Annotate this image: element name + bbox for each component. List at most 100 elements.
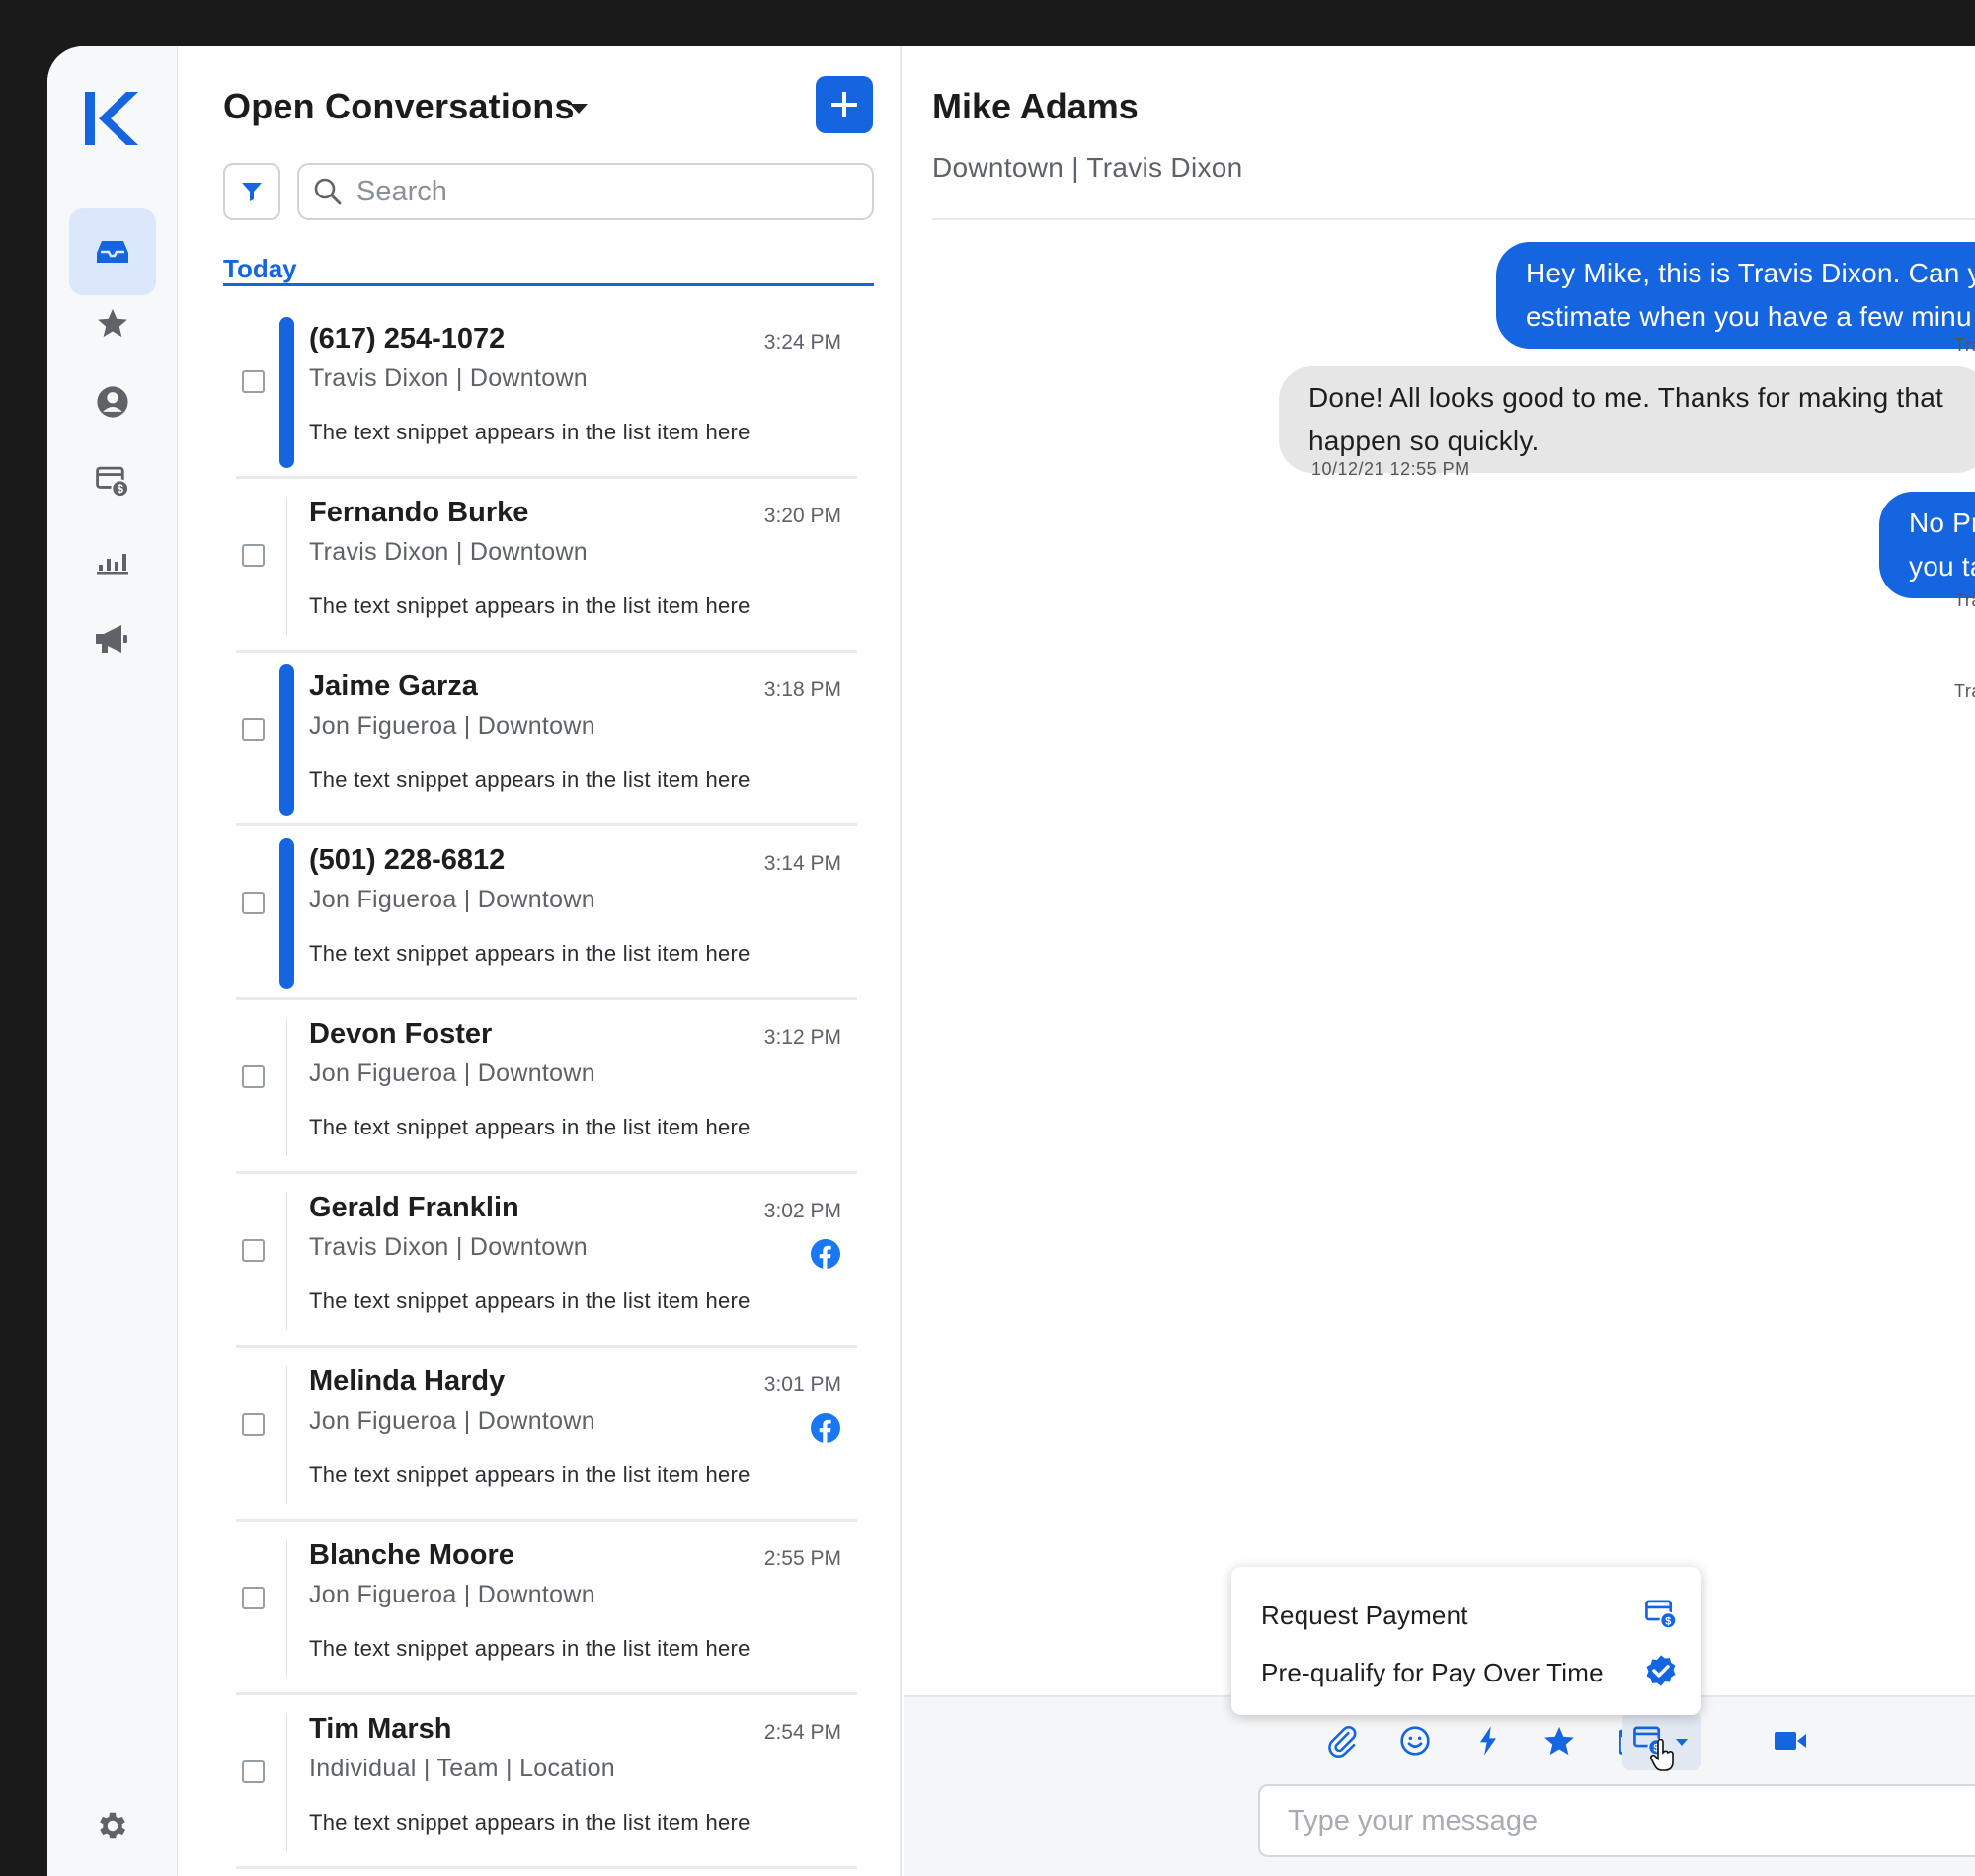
video-button[interactable] <box>1769 1719 1812 1762</box>
contact-name: Mike Adams <box>932 86 1139 126</box>
select-checkbox[interactable] <box>242 370 265 393</box>
select-checkbox[interactable] <box>242 1587 265 1609</box>
message-line: estimate when you have a few minu <box>1526 301 1972 332</box>
select-checkbox[interactable] <box>242 1760 265 1783</box>
icon-rail: $ <box>47 46 178 1876</box>
list-title[interactable]: Open Conversations <box>223 86 575 127</box>
payment-menu-button[interactable]: $ <box>1622 1711 1701 1771</box>
new-conversation-button[interactable] <box>816 76 873 133</box>
k-logo-icon[interactable] <box>81 88 142 149</box>
conversation-list-item[interactable]: Gerald Franklin 3:02 PM Travis Dixon | D… <box>179 1174 902 1348</box>
item-divider-line <box>286 1539 287 1678</box>
conversation-snippet: The text snippet appears in the list ite… <box>309 1636 750 1661</box>
review-request-button[interactable] <box>1538 1719 1581 1762</box>
conversation-subtitle: Jon Figueroa | Downtown <box>309 712 595 740</box>
rail-settings-button[interactable] <box>69 1782 156 1869</box>
filter-button[interactable] <box>223 163 280 220</box>
message-line: happen so quickly. <box>1308 426 1540 456</box>
conversation-subtitle: Jon Figueroa | Downtown <box>309 1407 595 1435</box>
conversation-name: Jaime Garza <box>309 670 478 702</box>
select-checkbox[interactable] <box>242 1065 265 1088</box>
conversation-name: Devon Foster <box>309 1018 493 1050</box>
message-bubble-outgoing: Hey Mike, this is Travis Dixon. Can y es… <box>1496 242 1975 349</box>
payment-card-icon: $ <box>1645 1600 1678 1630</box>
rail-payments-button[interactable]: $ <box>69 437 156 524</box>
conversation-subtitle: Jon Figueroa | Downtown <box>309 886 595 913</box>
item-divider-line <box>286 497 287 635</box>
search-icon <box>314 178 342 205</box>
video-camera-icon <box>1775 1732 1806 1750</box>
conversation-list-item[interactable]: (501) 228-6812 3:14 PM Jon Figueroa | Do… <box>179 826 902 1000</box>
gear-icon <box>100 1812 126 1839</box>
rail-reports-button[interactable] <box>69 516 156 603</box>
item-divider-line <box>286 1192 287 1330</box>
select-checkbox[interactable] <box>242 1413 265 1436</box>
conversation-time: 2:54 PM <box>763 1721 841 1744</box>
conversation-time: 3:24 PM <box>763 331 841 353</box>
conversation-snippet: The text snippet appears in the list ite… <box>309 1289 750 1313</box>
conversation-name: Melinda Hardy <box>309 1366 506 1397</box>
facebook-icon <box>811 1239 840 1269</box>
message-meta: Tra <box>1954 590 1975 610</box>
rail-favorites-button[interactable] <box>69 279 156 366</box>
conversation-list-item[interactable]: (617) 254-1072 3:24 PM Travis Dixon | Do… <box>179 305 902 479</box>
conversation-subtitle: Travis Dixon | Downtown <box>309 1233 588 1261</box>
star-icon <box>1544 1726 1574 1756</box>
conversation-snippet: The text snippet appears in the list ite… <box>309 593 750 618</box>
conversation-list-item[interactable]: Fernando Burke 3:20 PM Travis Dixon | Do… <box>179 479 902 653</box>
quick-reply-button[interactable] <box>1466 1719 1510 1762</box>
item-divider-line <box>286 1018 287 1156</box>
composer: $ <box>904 1695 1975 1876</box>
message-bubble-outgoing: No Probl you taker <box>1879 492 1975 598</box>
conversation-time: 3:20 PM <box>763 505 841 527</box>
select-checkbox[interactable] <box>242 544 265 567</box>
contact-subtitle: Downtown | Travis Dixon <box>932 152 1243 183</box>
menu-item-request-payment[interactable]: Request Payment <box>1261 1601 1468 1631</box>
conversation-name: Blanche Moore <box>309 1539 514 1571</box>
message-timestamp: 10/12/21 12:55 PM <box>1311 459 1470 479</box>
hand-cursor-icon <box>1650 1739 1674 1771</box>
unread-indicator <box>279 664 294 816</box>
conversation-subtitle: Jon Figueroa | Downtown <box>309 1059 595 1087</box>
section-label-today[interactable]: Today <box>223 254 297 284</box>
emoji-button[interactable] <box>1393 1719 1437 1762</box>
conversation-name: (617) 254-1072 <box>309 323 506 354</box>
message-meta: Tra <box>1954 335 1975 354</box>
conversation-snippet: The text snippet appears in the list ite… <box>309 767 750 792</box>
rail-campaigns-button[interactable] <box>69 595 156 682</box>
conversation-time: 3:12 PM <box>763 1026 841 1049</box>
conversation-name: (501) 228-6812 <box>309 844 506 876</box>
app-screen: $ Open Conversations Search Today (617) … <box>47 46 1975 1876</box>
conversation-snippet: The text snippet appears in the list ite… <box>309 420 750 444</box>
item-divider-line <box>286 1713 287 1851</box>
message-line: you taker <box>1909 551 1975 582</box>
svg-text:$: $ <box>117 484 123 496</box>
conversation-list-item[interactable]: Jaime Garza 3:18 PM Jon Figueroa | Downt… <box>179 653 902 826</box>
message-input[interactable] <box>1258 1784 1975 1857</box>
caret-down-icon[interactable] <box>570 104 588 114</box>
conversation-list-item[interactable]: Devon Foster 3:12 PM Jon Figueroa | Down… <box>179 1000 902 1174</box>
conversation-snippet: The text snippet appears in the list ite… <box>309 1115 750 1139</box>
select-checkbox[interactable] <box>242 892 265 914</box>
conversation-list-item[interactable]: Melinda Hardy 3:01 PM Jon Figueroa | Dow… <box>179 1348 902 1522</box>
conversation-items: (617) 254-1072 3:24 PM Travis Dixon | Do… <box>179 305 902 1869</box>
caret-down-icon <box>1676 1739 1688 1746</box>
conversation-list-item[interactable]: Tim Marsh 2:54 PM Individual | Team | Lo… <box>179 1695 902 1869</box>
search-input[interactable] <box>356 175 850 208</box>
conversation-list-item[interactable]: Blanche Moore 2:55 PM Jon Figueroa | Dow… <box>179 1522 902 1695</box>
message-line: Hey Mike, this is Travis Dixon. Can y <box>1526 258 1975 288</box>
menu-item-prequalify[interactable]: Pre-qualify for Pay Over Time <box>1261 1658 1604 1688</box>
search-box <box>297 163 874 220</box>
select-checkbox[interactable] <box>242 1239 265 1262</box>
attach-button[interactable] <box>1320 1719 1364 1762</box>
conversation-snippet: The text snippet appears in the list ite… <box>309 1810 750 1835</box>
plus-icon <box>831 92 857 117</box>
rail-contacts-button[interactable] <box>69 358 156 445</box>
paperclip-icon <box>1328 1726 1357 1758</box>
select-checkbox[interactable] <box>242 718 265 741</box>
item-divider-line <box>286 1366 287 1504</box>
conversation-time: 3:01 PM <box>763 1373 841 1396</box>
star-icon <box>98 308 127 338</box>
conversation-name: Fernando Burke <box>309 497 529 528</box>
conversation-subtitle: Individual | Team | Location <box>309 1755 615 1782</box>
